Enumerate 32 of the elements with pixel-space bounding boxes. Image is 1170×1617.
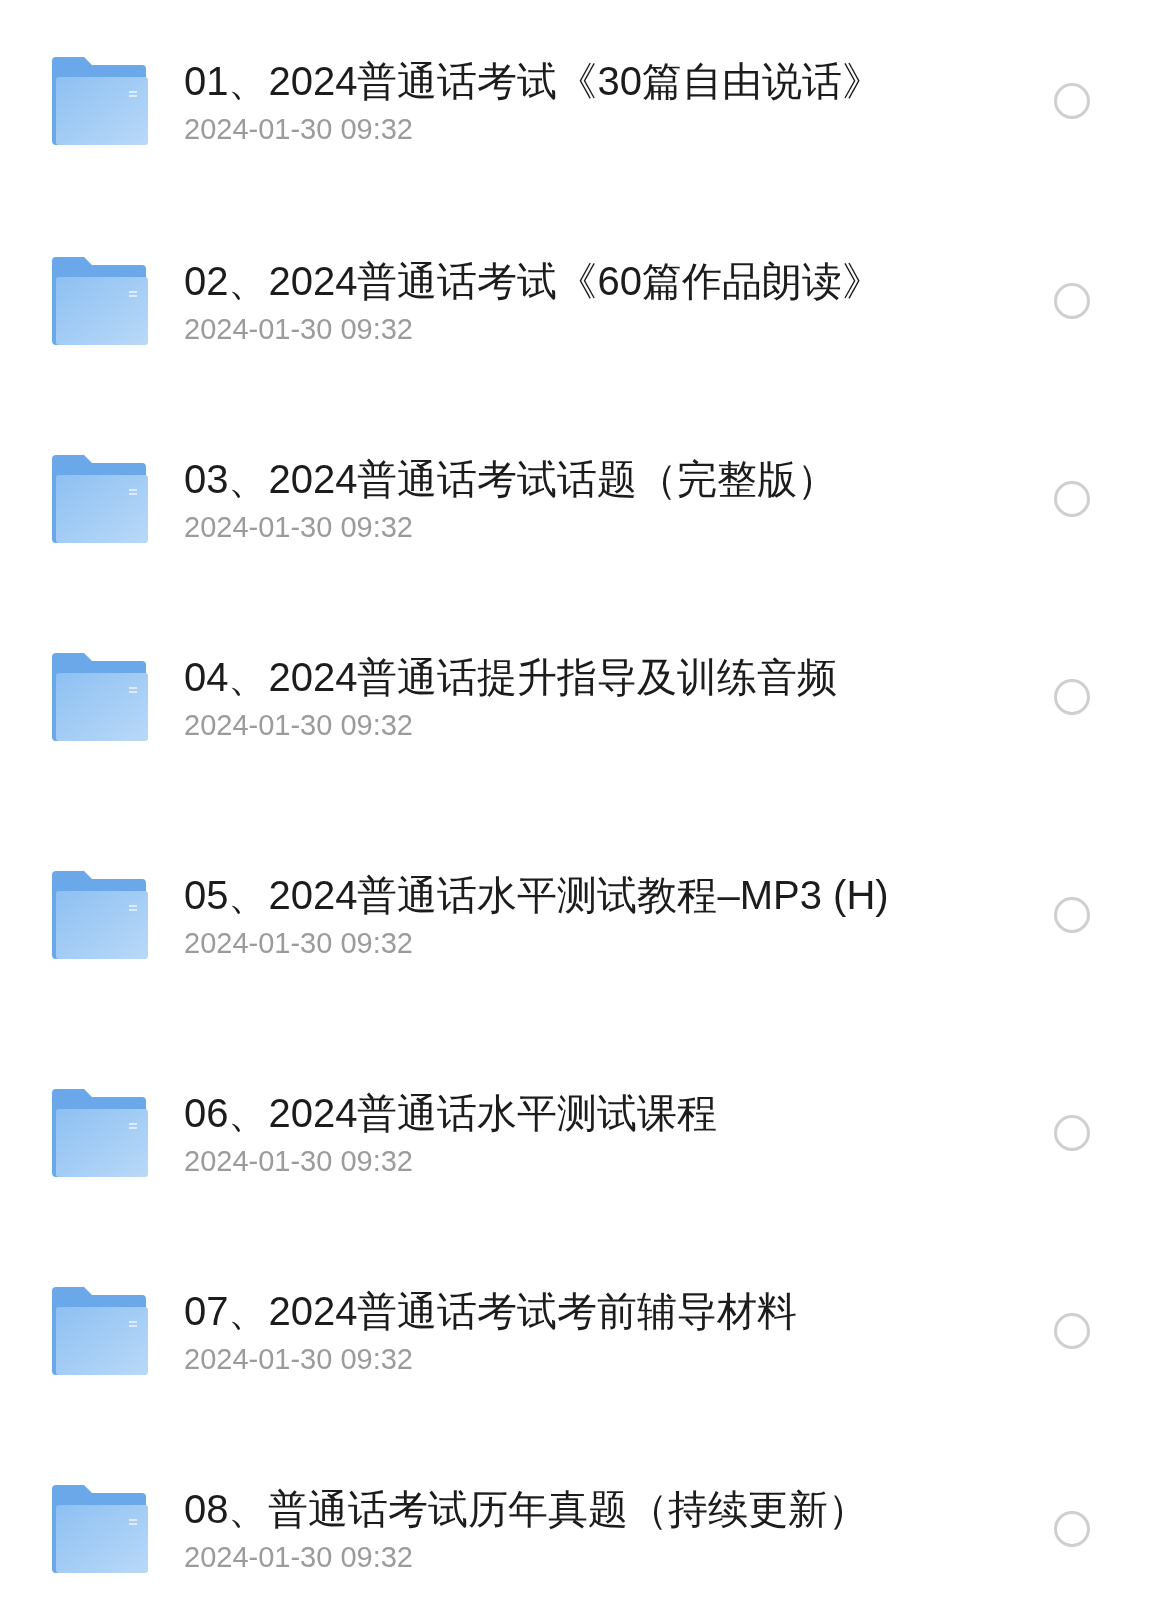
folder-name: 04、2024普通话提升指导及训练音频 xyxy=(184,654,839,701)
modified-date: 2024-01-30 09:32 xyxy=(184,1342,414,1377)
select-radio[interactable] xyxy=(1054,679,1090,715)
modified-date: 2024-01-30 09:32 xyxy=(184,708,414,743)
modified-date: 2024-01-30 09:32 xyxy=(184,1144,414,1179)
folder-icon xyxy=(50,1485,148,1573)
select-radio[interactable] xyxy=(1054,481,1090,517)
select-radio[interactable] xyxy=(1054,897,1090,933)
select-radio[interactable] xyxy=(1054,1115,1090,1151)
folder-name: 02、2024普通话考试《60篇作品朗读》 xyxy=(184,258,883,305)
folder-icon xyxy=(50,257,148,345)
folder-name: 08、普通话考试历年真题（持续更新） xyxy=(184,1486,870,1533)
folder-icon xyxy=(50,455,148,543)
select-radio[interactable] xyxy=(1054,1511,1090,1547)
folder-name: 01、2024普通话考试《30篇自由说话》 xyxy=(184,58,883,105)
folder-name: 06、2024普通话水平测试课程 xyxy=(184,1090,719,1137)
folder-icon xyxy=(50,1287,148,1375)
modified-date: 2024-01-30 09:32 xyxy=(184,510,414,545)
select-radio[interactable] xyxy=(1054,1313,1090,1349)
modified-date: 2024-01-30 09:32 xyxy=(184,112,414,147)
modified-date: 2024-01-30 09:32 xyxy=(184,926,414,961)
folder-name: 03、2024普通话考试话题（完整版） xyxy=(184,456,839,503)
select-radio[interactable] xyxy=(1054,283,1090,319)
folder-icon xyxy=(50,1089,148,1177)
folder-icon xyxy=(50,57,148,145)
folder-icon xyxy=(50,653,148,741)
folder-name: 07、2024普通话考试考前辅导材料 xyxy=(184,1288,799,1335)
modified-date: 2024-01-30 09:32 xyxy=(184,312,414,347)
folder-icon xyxy=(50,871,148,959)
folder-name: 05、2024普通话水平测试教程–MP3 (H) xyxy=(184,872,890,919)
modified-date: 2024-01-30 09:32 xyxy=(184,1540,414,1575)
select-radio[interactable] xyxy=(1054,83,1090,119)
